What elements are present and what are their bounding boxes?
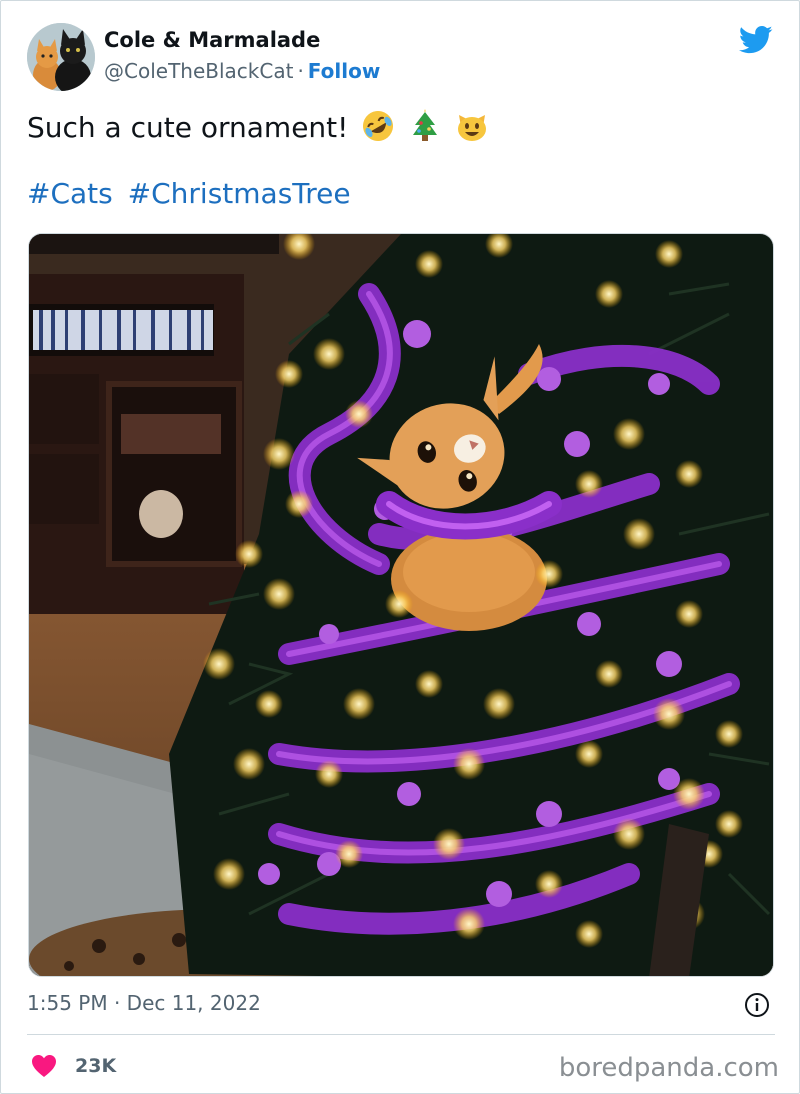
divider [27,1034,775,1035]
hashtag-link[interactable]: #Cats [27,177,113,210]
twitter-bird-icon[interactable] [739,25,773,55]
hashtag-link[interactable]: #ChristmasTree [128,177,351,210]
tweet-text-row: Such a cute ornament! [27,109,489,144]
tweet-time: 1:55 PM [27,991,108,1015]
smiling-cat-emoji-icon [458,115,487,141]
info-icon[interactable] [743,991,771,1019]
author-display-name[interactable]: Cole & Marmalade [104,28,320,52]
tweet-header: Cole & Marmalade @ColeTheBlackCat · Follow [27,23,775,93]
like-count: 23K [75,1055,117,1077]
heart-icon [32,1055,56,1077]
rolling-on-floor-laughing-emoji-icon [363,111,394,141]
author-handle[interactable]: @ColeTheBlackCat [104,59,293,83]
timestamp-separator: · [113,991,121,1015]
tweet-body: Such a cute ornament! [27,111,349,144]
follow-button[interactable]: Follow [308,59,381,83]
watermark: boredpanda.com [558,1053,779,1083]
tweet-card: Cole & Marmalade @ColeTheBlackCat · Follow… [0,0,800,1094]
hashtag-row: #Cats #ChristmasTree [27,177,357,210]
author-handle-row: @ColeTheBlackCat · Follow [104,59,380,83]
like-button[interactable]: 23K [31,1051,116,1081]
tweet-date: Dec 11, 2022 [126,991,261,1015]
avatar[interactable] [27,23,95,91]
christmas-tree-emoji-icon [413,109,438,141]
tweet-photo[interactable] [28,233,774,977]
cat-in-christmas-tree-image [29,234,773,976]
handle-separator: · [297,59,304,83]
tweet-timestamp[interactable]: 1:55 PM · Dec 11, 2022 [27,991,261,1015]
